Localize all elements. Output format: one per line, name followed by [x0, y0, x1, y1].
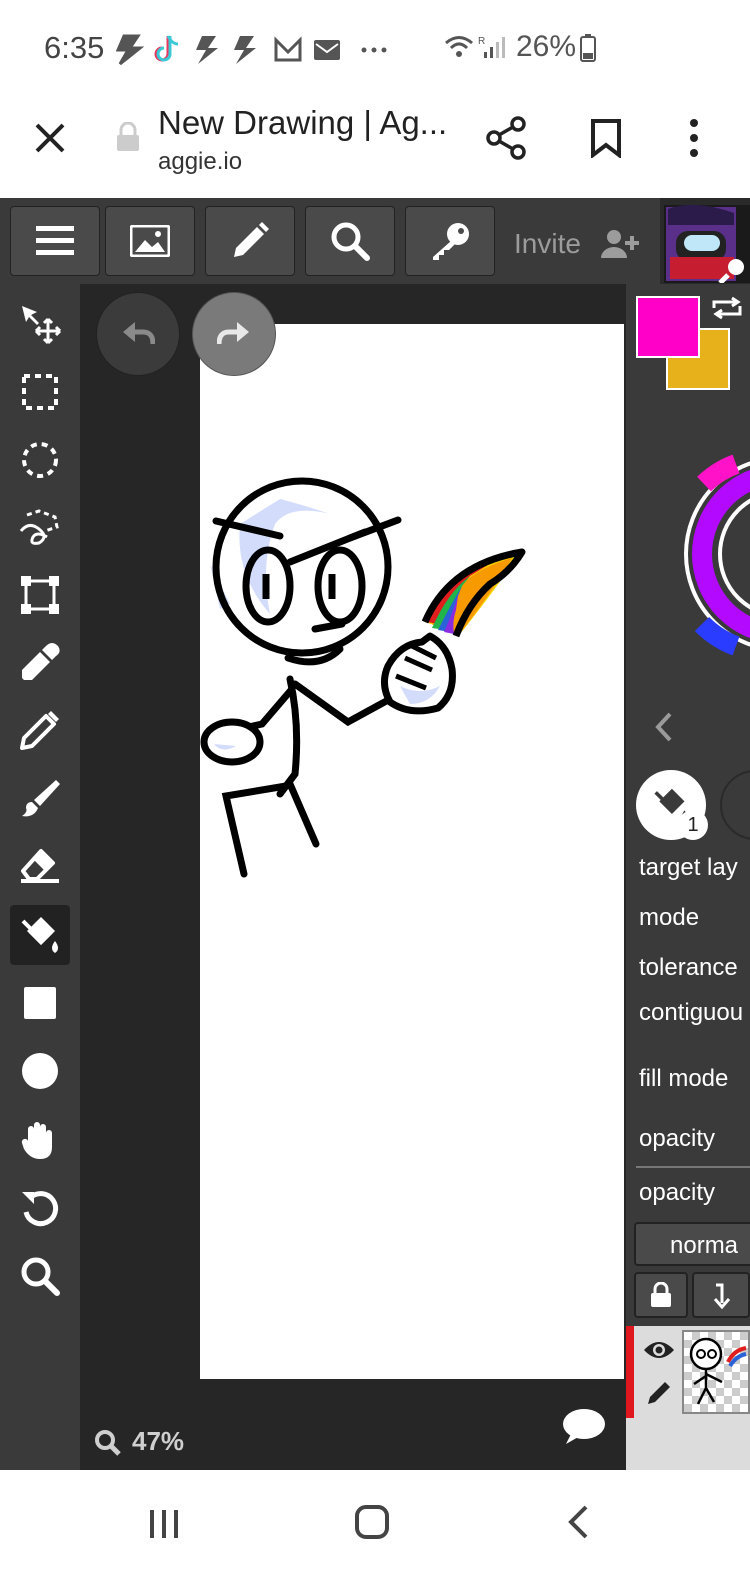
- primary-color-swatch[interactable]: [636, 296, 700, 358]
- menu-button[interactable]: [10, 206, 100, 276]
- rect-select-tool[interactable]: [10, 362, 70, 422]
- home-icon[interactable]: [354, 1504, 390, 1545]
- prop-target-layer[interactable]: target lay: [639, 854, 738, 882]
- hand-icon: [21, 1122, 52, 1159]
- transform-icon: [21, 576, 59, 614]
- back-icon[interactable]: [566, 1504, 590, 1545]
- page-url[interactable]: aggie.io: [158, 148, 242, 176]
- brush-icon: [22, 780, 60, 817]
- ellipse-tool[interactable]: [10, 1041, 70, 1101]
- tool-badge: 1: [678, 810, 708, 840]
- panel-collapse-icon[interactable]: [654, 712, 674, 747]
- pencil-icon: [234, 222, 269, 257]
- lock-icon: [116, 121, 140, 157]
- fill-tool[interactable]: [10, 905, 70, 965]
- wifi-icon: [444, 34, 474, 65]
- avatar[interactable]: [664, 204, 750, 285]
- layer-edit-icon[interactable]: [646, 1378, 674, 1411]
- prop-opacity[interactable]: opacity: [639, 1125, 715, 1153]
- eyedropper-tool[interactable]: [10, 632, 70, 692]
- transform-tool[interactable]: [10, 565, 70, 625]
- close-icon[interactable]: [34, 122, 66, 154]
- chat-icon[interactable]: [560, 1408, 606, 1451]
- rect-select-icon: [22, 374, 58, 410]
- drawing-canvas[interactable]: [200, 324, 624, 1379]
- blend-mode-select[interactable]: norma: [634, 1222, 750, 1266]
- zoom-level[interactable]: 47%: [132, 1426, 184, 1457]
- undo-icon: [123, 322, 155, 345]
- zoom-tool[interactable]: [10, 1246, 70, 1306]
- recents-icon[interactable]: [148, 1508, 180, 1545]
- signal-icon: R: [478, 34, 506, 65]
- pencil-tool[interactable]: [10, 700, 70, 760]
- brush-tool[interactable]: [10, 768, 70, 828]
- menu-icon: [36, 226, 74, 255]
- prop-mode[interactable]: mode: [639, 904, 699, 932]
- invite-label[interactable]: Invite: [514, 228, 581, 260]
- arrow-down-icon: [713, 1283, 731, 1309]
- layer-row[interactable]: [626, 1326, 750, 1418]
- image-icon: [130, 225, 170, 257]
- redo-icon: [217, 322, 249, 345]
- rectangle-tool[interactable]: [10, 973, 70, 1033]
- redo-button[interactable]: [192, 292, 276, 376]
- zoom-icon: [21, 1257, 60, 1296]
- layer-opacity-label[interactable]: opacity: [639, 1179, 715, 1207]
- svg-text:R: R: [478, 36, 485, 47]
- pencil-icon: [20, 711, 59, 750]
- lock-icon: [651, 1282, 671, 1307]
- hand-tool[interactable]: [10, 1110, 70, 1170]
- battery-icon: [580, 34, 596, 67]
- edit-button[interactable]: [205, 206, 295, 276]
- image-button[interactable]: [105, 206, 195, 276]
- paint-bucket-icon: [21, 917, 58, 953]
- rectangle-icon: [24, 987, 56, 1019]
- zoom-level-icon: [95, 1430, 121, 1461]
- lasso-tool[interactable]: [10, 497, 70, 557]
- status-time: 6:35: [44, 30, 105, 65]
- bookmark-icon[interactable]: [590, 118, 622, 163]
- add-user-icon[interactable]: [600, 228, 640, 265]
- browser-bar: New Drawing | Ag... aggie.io: [0, 96, 750, 198]
- blend-mode-value: norma: [670, 1232, 739, 1259]
- lock-layer-button[interactable]: [634, 1272, 688, 1318]
- prop-contiguous[interactable]: contiguou: [639, 999, 743, 1027]
- layers-empty-area: [626, 1418, 750, 1470]
- rotate-tool[interactable]: [10, 1178, 70, 1238]
- layer-thumbnail: [682, 1330, 750, 1414]
- eraser-icon: [21, 849, 59, 883]
- battery-percent: 26%: [516, 30, 577, 63]
- android-nav-bar: [0, 1470, 750, 1584]
- move-tool[interactable]: [10, 294, 70, 354]
- search-icon: [331, 222, 370, 261]
- visibility-icon[interactable]: [642, 1338, 676, 1367]
- lasso-icon: [19, 509, 59, 545]
- move-layer-down-button[interactable]: [692, 1272, 750, 1318]
- prop-tolerance[interactable]: tolerance: [639, 954, 738, 982]
- prop-fill-mode[interactable]: fill mode: [639, 1065, 728, 1093]
- key-button[interactable]: [405, 206, 495, 276]
- move-icon: [22, 306, 61, 345]
- eyedropper-icon: [22, 643, 60, 680]
- rotate-icon: [22, 1191, 59, 1227]
- page-title: New Drawing | Ag...: [158, 104, 448, 141]
- layer-selected-indicator: [626, 1326, 634, 1418]
- key-icon: [433, 223, 469, 260]
- search-button[interactable]: [305, 206, 395, 276]
- ellipse-select-icon: [22, 442, 58, 478]
- more-vert-icon[interactable]: [688, 118, 700, 163]
- ellipse-select-tool[interactable]: [10, 430, 70, 490]
- share-icon[interactable]: [486, 116, 528, 165]
- swap-colors-icon[interactable]: [710, 296, 744, 325]
- status-bar: 6:35 R 26%: [0, 0, 750, 96]
- panel-divider: [636, 1166, 750, 1168]
- undo-button[interactable]: [96, 292, 180, 376]
- eraser-tool[interactable]: [10, 836, 70, 896]
- ellipse-icon: [22, 1053, 58, 1089]
- notification-icons: [115, 32, 416, 66]
